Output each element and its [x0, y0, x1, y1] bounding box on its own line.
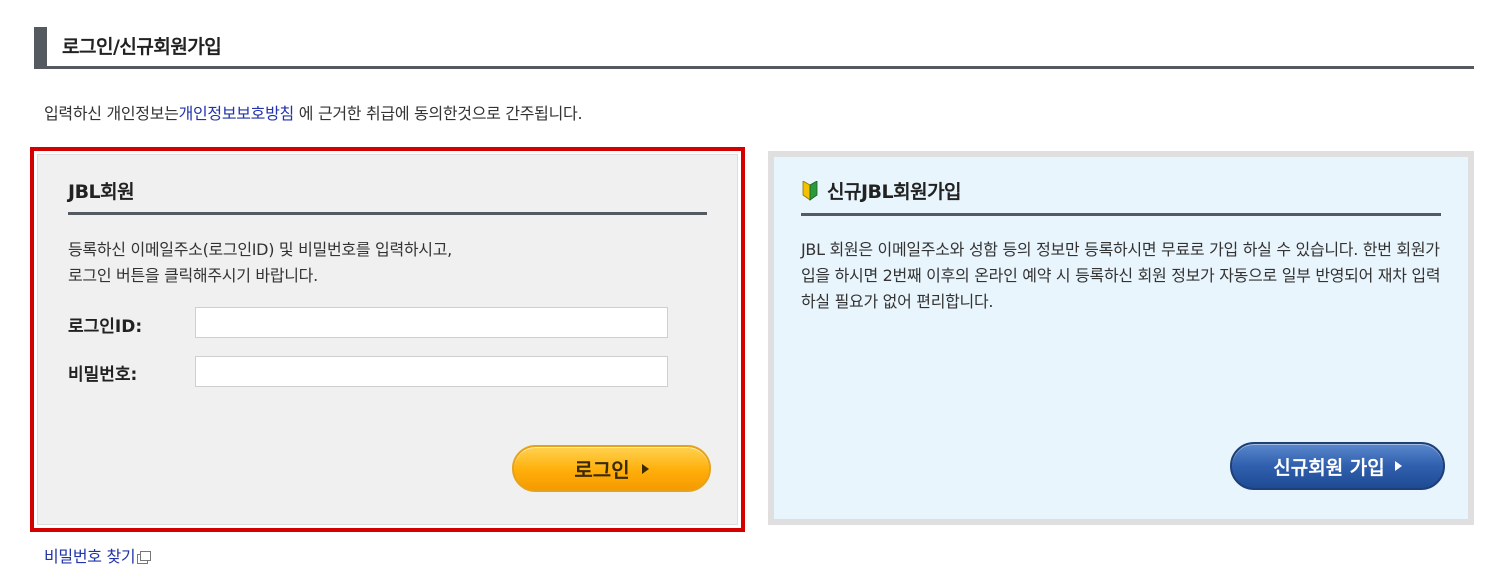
- beginner-leaf-icon: [802, 180, 818, 201]
- login-id-input[interactable]: [195, 307, 668, 338]
- login-description-line-2: 로그인 버튼을 클릭해주시기 바랍니다.: [68, 266, 318, 285]
- login-id-label: 로그인ID:: [68, 317, 143, 337]
- signup-description: JBL 회원은 이메일주소와 성함 등의 정보만 등록하시면 무료로 가입 하실…: [801, 240, 1441, 311]
- password-label: 비밀번호:: [68, 365, 138, 385]
- login-button[interactable]: 로그인: [512, 445, 711, 492]
- privacy-policy-link[interactable]: 개인정보보호방침: [179, 104, 295, 123]
- signup-panel-title: 신규JBL회원가입: [801, 177, 962, 204]
- signup-panel: 신규JBL회원가입 JBL 회원은 이메일주소와 성함 등의 정보만 등록하시면…: [768, 151, 1474, 525]
- external-window-icon: [137, 550, 152, 564]
- login-button-label: 로그인: [574, 458, 630, 482]
- privacy-notice: 입력하신 개인정보는개인정보보호방침 에 근거한 취급에 동의한것으로 간주됩니…: [44, 100, 583, 124]
- arrow-right-icon: [1394, 461, 1402, 471]
- password-input[interactable]: [195, 356, 668, 387]
- signup-button[interactable]: 신규회원 가입: [1230, 442, 1445, 490]
- forgot-password-label: 비밀번호 찾기: [44, 547, 136, 566]
- login-panel-title: JBL회원: [68, 181, 135, 203]
- login-description: 등록하신 이메일주소(로그인ID) 및 비밀번호를 입력하시고, 로그인 버튼을…: [68, 237, 668, 289]
- privacy-notice-prefix: 입력하신 개인정보는: [44, 104, 179, 123]
- arrow-right-icon: [641, 463, 649, 474]
- login-panel-divider: [68, 212, 707, 215]
- login-panel: JBL회원 등록하신 이메일주소(로그인ID) 및 비밀번호를 입력하시고, 로…: [37, 154, 738, 525]
- privacy-notice-suffix: 에 근거한 취급에 동의한것으로 간주됩니다.: [293, 104, 583, 123]
- signup-button-label: 신규회원 가입: [1273, 456, 1385, 479]
- signup-title-text: 신규JBL회원가입: [827, 181, 962, 203]
- login-description-line-1: 등록하신 이메일주소(로그인ID) 및 비밀번호를 입력하시고,: [68, 240, 452, 259]
- signup-panel-divider: [801, 213, 1441, 216]
- forgot-password-link[interactable]: 비밀번호 찾기: [44, 543, 152, 567]
- section-header: 로그인/신규회원가입: [34, 27, 1474, 69]
- page-title: 로그인/신규회원가입: [62, 36, 222, 58]
